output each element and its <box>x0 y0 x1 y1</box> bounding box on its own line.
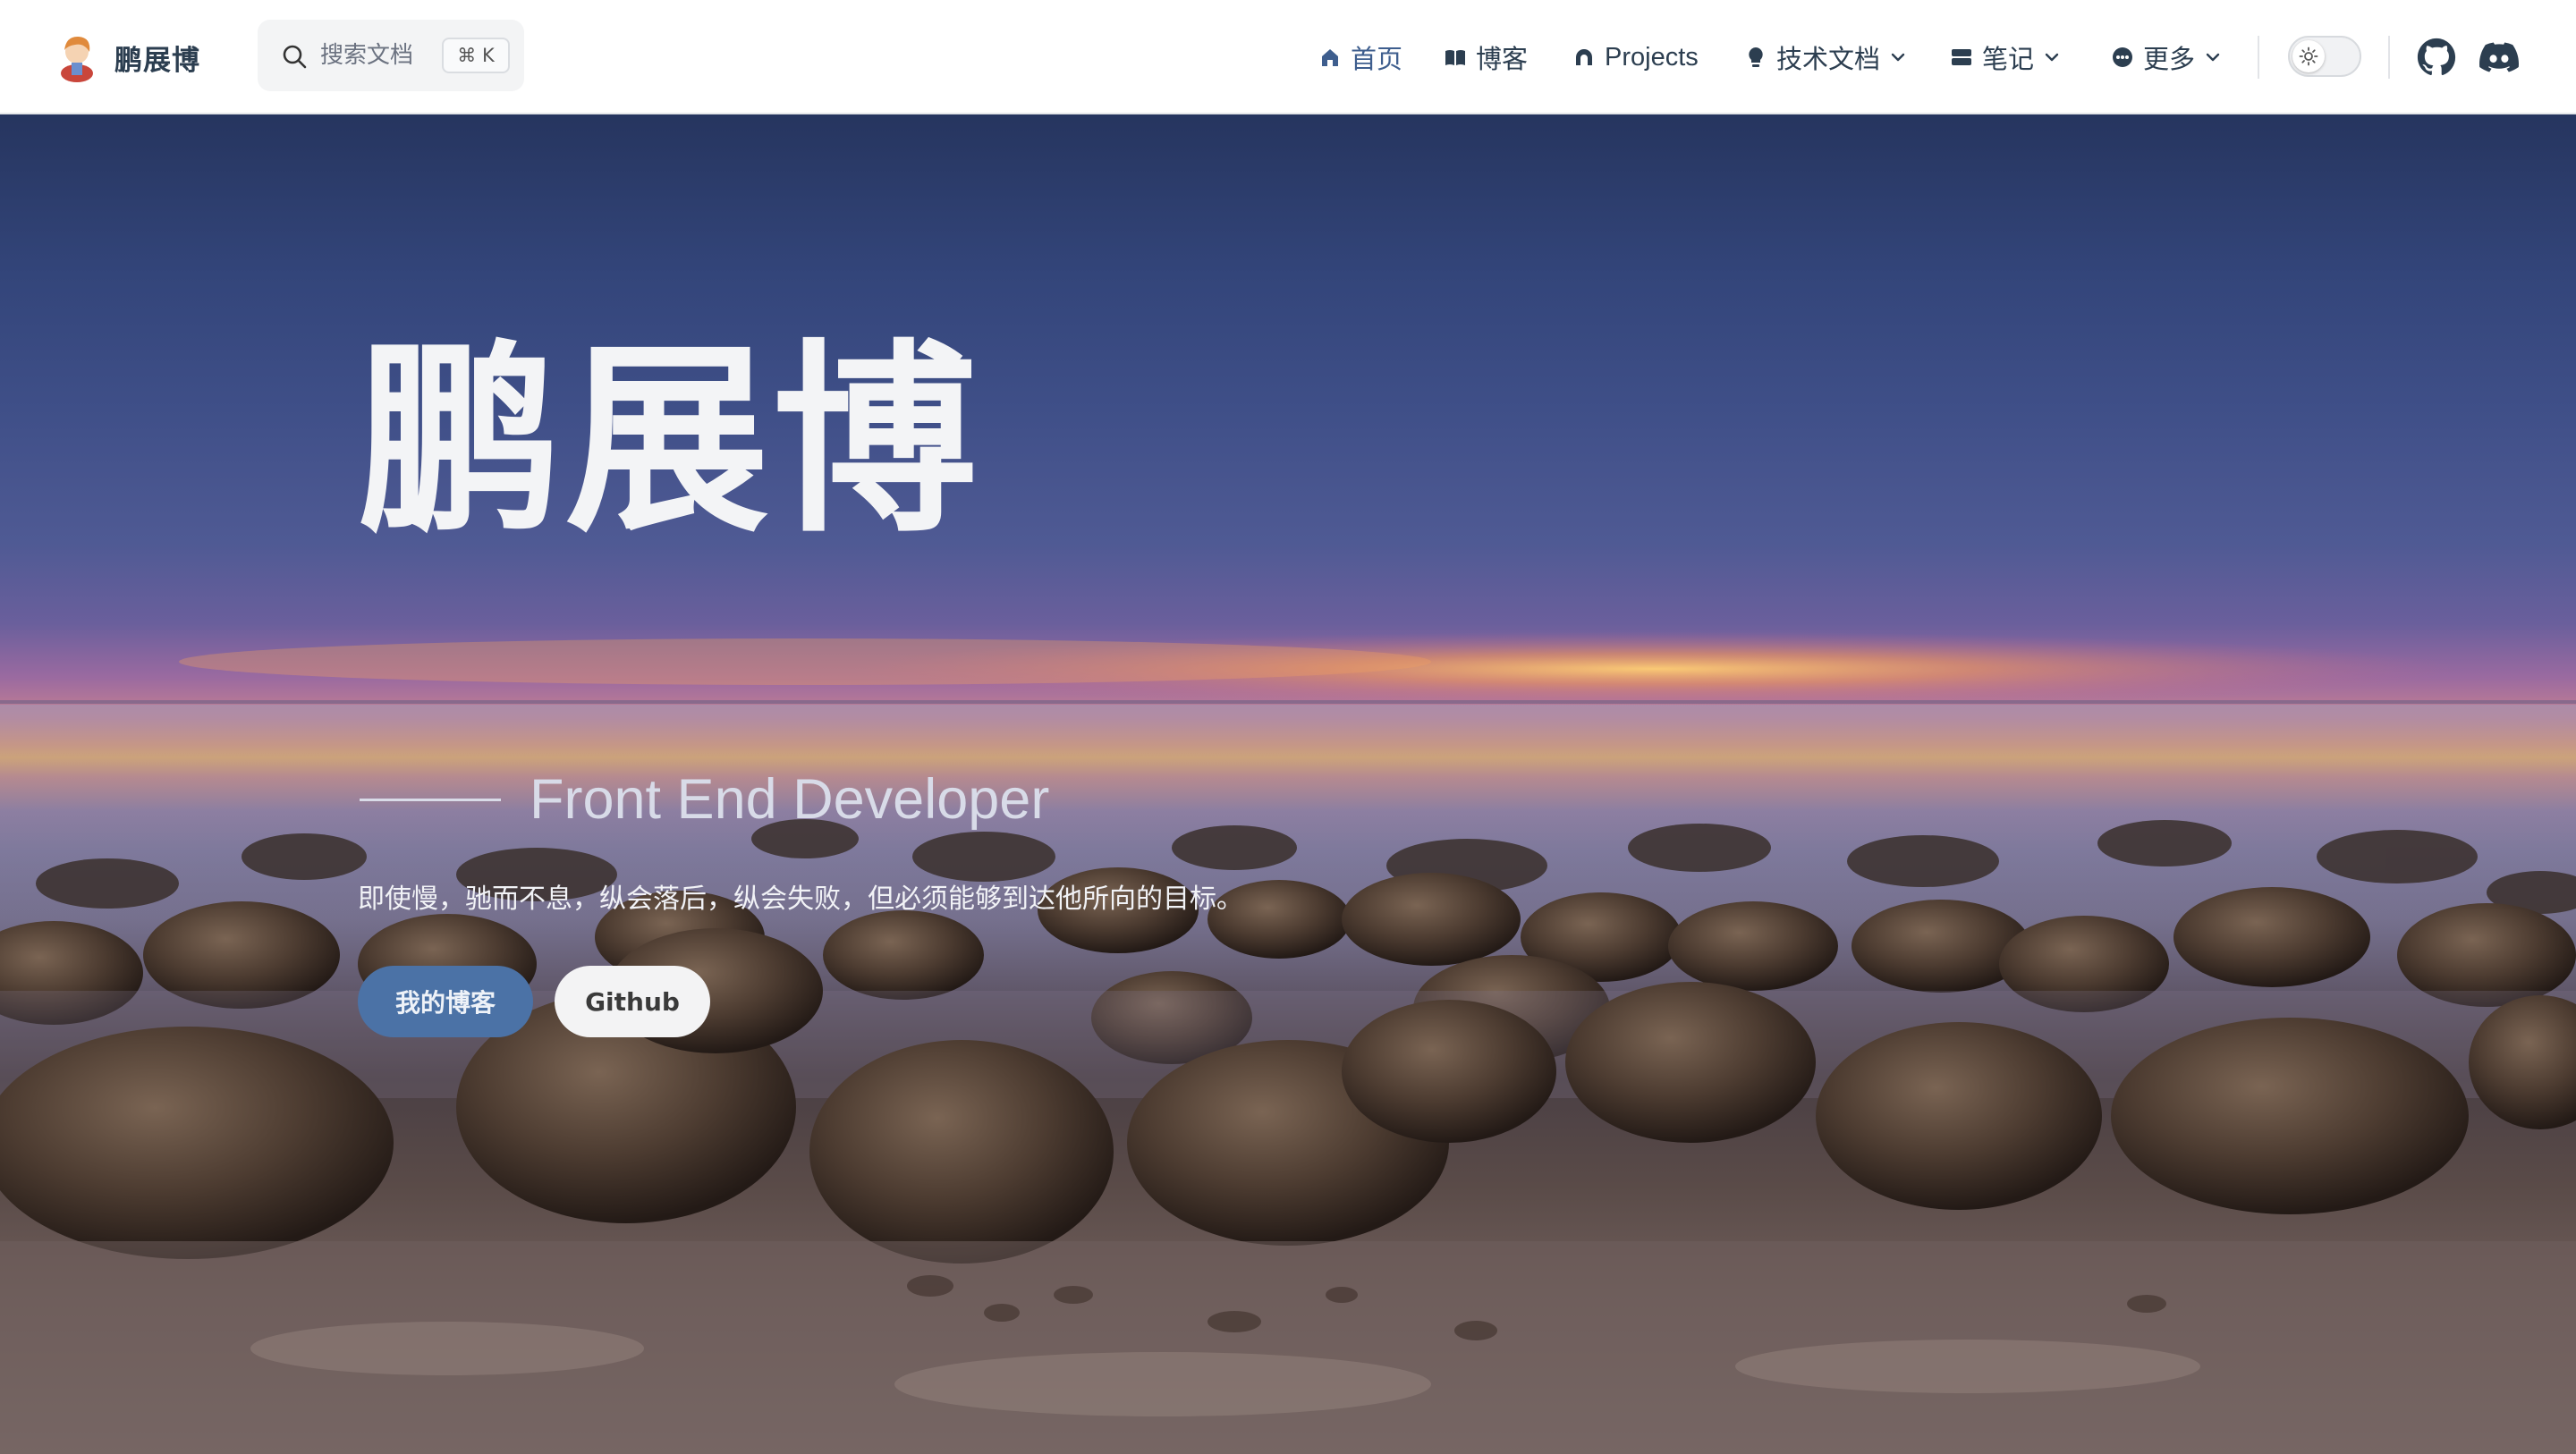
avatar-logo-icon <box>61 36 93 82</box>
nav-item-label: 技术文档 <box>1776 44 1881 74</box>
projects-icon <box>1576 49 1592 65</box>
hero-background-image <box>0 631 2576 1454</box>
brand[interactable]: 鹏展博 <box>57 32 200 82</box>
hero-subtitle: Front End Developer <box>530 768 1050 831</box>
hero-subtitle-line <box>360 799 501 801</box>
nav-item-label: 笔记 <box>1982 44 2035 74</box>
search-icon <box>283 45 307 69</box>
hero-section: 鹏展博 Front End Developer 即使慢，驰而不息，纵会落后，纵会… <box>0 114 2576 1454</box>
github-icon[interactable] <box>2417 38 2456 77</box>
nav-item-home[interactable]: 首页 <box>1318 32 1402 82</box>
divider <box>2388 36 2390 79</box>
nav-item-label: 首页 <box>1351 44 1403 74</box>
nav-item-notes[interactable]: 笔记 <box>1950 32 2061 82</box>
chevron-down-icon <box>2045 53 2059 62</box>
search-box[interactable]: 搜索文档 ⌘ K <box>258 20 524 91</box>
hero-title: 鹏展博 <box>358 322 980 560</box>
search-placeholder: 搜索文档 <box>320 42 414 69</box>
search-shortcut-badge: ⌘ K <box>442 38 510 73</box>
chevron-down-icon <box>2206 53 2220 62</box>
top-navbar: 鹏展博 搜索文档 ⌘ K 首页 博客 Projects 技术文档 笔记 更多 <box>0 0 2576 114</box>
nav-item-label: Projects <box>1605 42 1699 72</box>
brand-name: 鹏展博 <box>114 44 200 77</box>
divider <box>2258 36 2259 79</box>
my-blog-button[interactable]: 我的博客 <box>358 966 533 1037</box>
nav-item-blog[interactable]: 博客 <box>1444 32 1528 82</box>
home-icon <box>1322 49 1338 66</box>
notes-icon <box>1952 49 1971 65</box>
discord-icon[interactable] <box>2479 38 2519 77</box>
book-icon <box>1445 50 1465 65</box>
theme-toggle[interactable] <box>2288 36 2361 77</box>
sun-icon <box>2299 46 2318 66</box>
github-button[interactable]: Github <box>555 966 710 1037</box>
nav-item-label: 更多 <box>2143 44 2196 74</box>
chevron-down-icon <box>1891 53 1905 62</box>
toggle-knob <box>2292 40 2325 72</box>
hero-tagline: 即使慢，驰而不息，纵会落后，纵会失败，但必须能够到达他所向的目标。 <box>358 883 1243 915</box>
nav-item-label: 博客 <box>1476 44 1529 74</box>
lightbulb-icon <box>1749 47 1763 67</box>
nav-item-tech-docs[interactable]: 技术文档 <box>1744 32 1907 82</box>
nav-item-projects[interactable]: Projects <box>1572 32 1699 82</box>
nav-item-more[interactable]: 更多 <box>2111 32 2222 82</box>
more-icon <box>2113 47 2132 67</box>
